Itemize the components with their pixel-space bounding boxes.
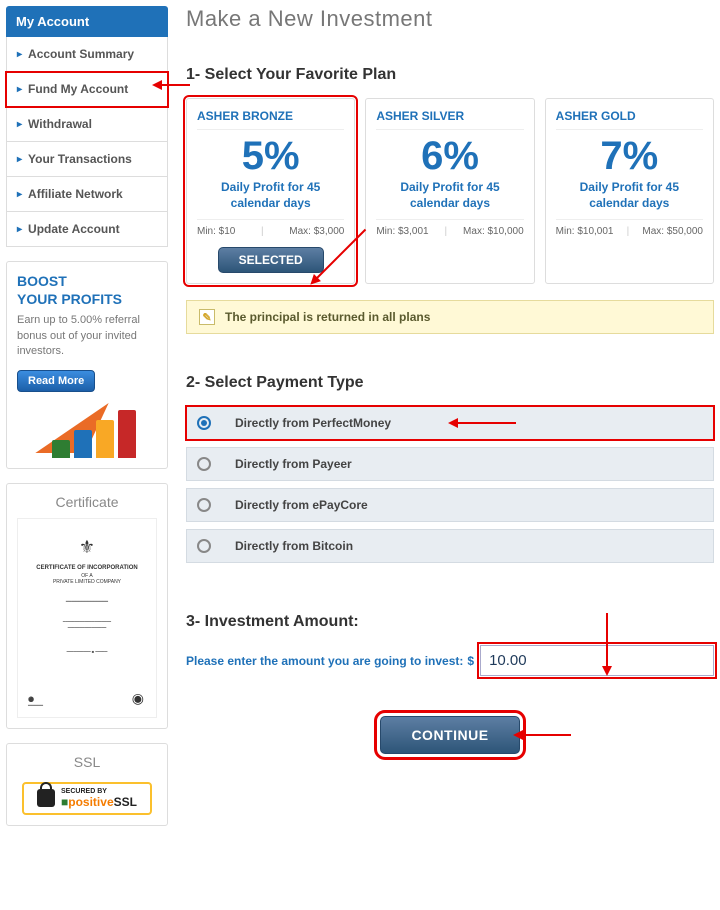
plan-min: Min: $10,001 [556, 226, 614, 237]
payment-label: Directly from ePayCore [235, 498, 368, 512]
boost-title-2: YOUR PROFITS [17, 291, 122, 307]
chevron-right-icon: ▸ [17, 49, 22, 60]
boost-chart-icon [17, 398, 157, 458]
page-title: Make a New Investment [186, 6, 714, 32]
ssl-badge[interactable]: SECURED BY ■positiveSSL [22, 782, 152, 815]
plan-card-bronze[interactable]: ASHER BRONZE 5% Daily Profit for 45 cale… [186, 98, 355, 284]
sidebar-item-your-transactions[interactable]: ▸ Your Transactions [6, 142, 168, 177]
boost-profits-card: BOOST YOUR PROFITS Earn up to 5.00% refer… [6, 261, 168, 469]
payment-option-epaycore[interactable]: Directly from ePayCore [186, 488, 714, 522]
chevron-right-icon: ▸ [17, 84, 22, 95]
radio-icon [197, 498, 211, 512]
boost-text: Earn up to 5.00% referral bonus out of y… [17, 313, 157, 359]
ssl-card: SSL SECURED BY ■positiveSSL [6, 743, 168, 826]
plan-desc: Daily Profit for 45 calendar days [197, 180, 344, 211]
plan-name: ASHER GOLD [556, 109, 703, 130]
sidebar-item-withdrawal[interactable]: ▸ Withdrawal [6, 107, 168, 142]
sidebar-item-label: Account Summary [28, 47, 134, 61]
amount-input[interactable] [480, 645, 714, 676]
certificate-title: Certificate [17, 494, 157, 510]
sidebar-item-affiliate-network[interactable]: ▸ Affiliate Network [6, 177, 168, 212]
plan-name: ASHER BRONZE [197, 109, 344, 130]
sidebar-item-fund-my-account[interactable]: ▸ Fund My Account [6, 72, 168, 107]
read-more-button[interactable]: Read More [17, 370, 95, 392]
certificate-image[interactable]: ⚜ CERTIFICATE OF INCORPORATION OF A PRIV… [17, 518, 157, 718]
sidebar-item-account-summary[interactable]: ▸ Account Summary [6, 37, 168, 72]
section-plan-title: 1- Select Your Favorite Plan [186, 66, 714, 84]
plan-max: Max: $50,000 [642, 226, 703, 237]
notice-text: The principal is returned in all plans [225, 310, 430, 324]
certificate-card: Certificate ⚜ CERTIFICATE OF INCORPORATI… [6, 483, 168, 729]
plan-card-silver[interactable]: ASHER SILVER 6% Daily Profit for 45 cale… [365, 98, 534, 284]
sidebar-item-label: Fund My Account [28, 82, 128, 96]
plan-min: Min: $10 [197, 226, 235, 237]
payment-option-payeer[interactable]: Directly from Payeer [186, 447, 714, 481]
principal-notice: ✎ The principal is returned in all plans [186, 300, 714, 334]
radio-icon [197, 457, 211, 471]
ssl-brand-ssl: SSL [114, 795, 137, 809]
payment-option-perfectmoney[interactable]: Directly from PerfectMoney [186, 406, 714, 440]
chevron-right-icon: ▸ [17, 189, 22, 200]
ssl-secured-label: SECURED BY [61, 788, 137, 795]
ssl-brand-positive: positive [68, 795, 113, 809]
sidebar-item-update-account[interactable]: ▸ Update Account [6, 212, 168, 247]
amount-label: Please enter the amount you are going to… [186, 654, 463, 668]
plan-rate: 5% [197, 136, 344, 176]
section-amount-title: 3- Investment Amount: [186, 613, 714, 631]
sidebar-header: My Account [6, 6, 168, 37]
chevron-right-icon: ▸ [17, 154, 22, 165]
section-payment-title: 2- Select Payment Type [186, 374, 714, 392]
plan-max: Max: $10,000 [463, 226, 524, 237]
payment-option-bitcoin[interactable]: Directly from Bitcoin [186, 529, 714, 563]
sidebar-item-label: Withdrawal [28, 117, 92, 131]
ssl-title: SSL [17, 754, 157, 770]
currency-symbol: $ [467, 654, 474, 668]
continue-button[interactable]: CONTINUE [380, 716, 519, 754]
chevron-right-icon: ▸ [17, 224, 22, 235]
chevron-right-icon: ▸ [17, 119, 22, 130]
radio-icon [197, 416, 211, 430]
plan-desc: Daily Profit for 45 calendar days [556, 180, 703, 211]
plan-rate: 6% [376, 136, 523, 176]
plan-desc: Daily Profit for 45 calendar days [376, 180, 523, 211]
payment-label: Directly from Bitcoin [235, 539, 353, 553]
boost-title-1: BOOST [17, 273, 67, 289]
plan-rate: 7% [556, 136, 703, 176]
radio-icon [197, 539, 211, 553]
payment-label: Directly from PerfectMoney [235, 416, 391, 430]
plan-card-gold[interactable]: ASHER GOLD 7% Daily Profit for 45 calend… [545, 98, 714, 284]
sidebar-item-label: Affiliate Network [28, 187, 123, 201]
sidebar-item-label: Your Transactions [28, 152, 132, 166]
payment-label: Directly from Payeer [235, 457, 352, 471]
plan-selected-button[interactable]: SELECTED [218, 247, 324, 273]
plan-name: ASHER SILVER [376, 109, 523, 130]
plan-max: Max: $3,000 [289, 226, 344, 237]
lock-icon [37, 789, 55, 807]
sidebar-item-label: Update Account [28, 222, 120, 236]
plan-min: Min: $3,001 [376, 226, 428, 237]
pencil-icon: ✎ [199, 309, 215, 325]
annotation-arrow-icon [521, 734, 571, 736]
